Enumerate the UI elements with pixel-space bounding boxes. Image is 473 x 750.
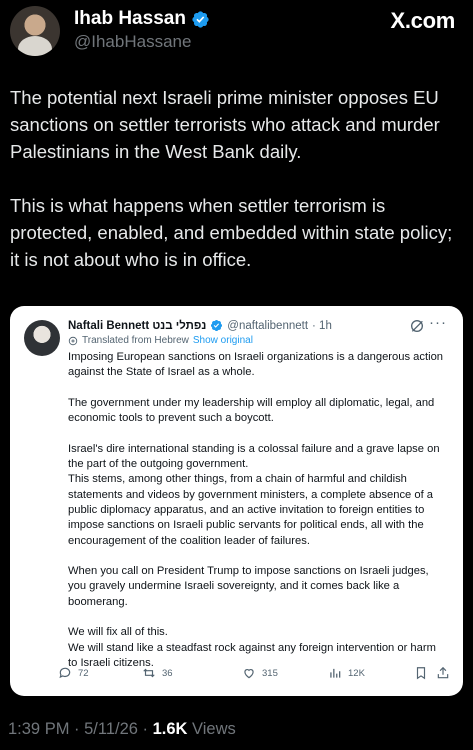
share-button[interactable] [436,666,450,680]
show-original-link[interactable]: Show original [193,335,253,346]
post-metadata: 1:39 PM · 5/11/26 · 1.6K Views [8,720,236,739]
heart-icon [244,669,254,679]
translation-notice: Translated from Hebrew Show original [68,335,253,346]
site-watermark: X.com [390,8,455,33]
repost-count: 36 [162,667,173,679]
post-header: Ihab Hassan @IhabHassane X.com [10,6,463,56]
repost-icon [143,668,155,678]
analytics-icon [330,668,341,678]
like-count: 315 [262,667,278,679]
verified-badge-icon [192,10,209,28]
post-paragraph: This is what happens when settler terror… [10,195,453,270]
bookmark-button[interactable] [414,666,428,680]
quoted-paragraph: Imposing European sanctions on Israeli o… [68,351,444,379]
translated-label: Translated from Hebrew [82,335,189,346]
bookmark-icon [416,667,426,680]
quoted-paragraph: We will fix all of this. [68,626,168,639]
post-text: The potential next Israeli prime ministe… [10,84,465,300]
views-button[interactable]: 12K [328,666,365,680]
post-views-label: Views [187,720,236,738]
post-views-count: 1.6K [152,720,188,738]
quoted-post-time[interactable]: · 1h [312,320,332,332]
verified-badge-icon [211,319,223,332]
quoted-post-text: Imposing European sanctions on Israeli o… [68,350,446,687]
reply-button[interactable]: 72 [58,666,89,680]
quoted-action-bar: 72 36 315 12K [58,666,450,686]
quoted-paragraph: Israel's dire international standing is … [68,442,440,471]
quoted-author-handle[interactable]: @naftalibennett [227,320,308,332]
author-display-name[interactable]: Ihab Hassan [74,8,186,30]
reply-icon [59,667,71,679]
author-handle[interactable]: @IhabHassane [74,32,191,52]
quoted-author-name[interactable]: Naftali Bennett נפתלי בנט [68,320,206,332]
quoted-paragraph: This stems, among other things, from a c… [68,473,434,547]
quoted-post-header: Naftali Bennett נפתלי בנט @naftalibennet… [68,319,332,332]
grok-icon[interactable] [409,318,425,334]
post-paragraph: The potential next Israeli prime ministe… [10,87,440,162]
quoted-author-avatar[interactable] [24,320,60,356]
more-options-icon[interactable]: ··· [429,314,447,331]
quoted-paragraph: When you call on President Trump to impo… [68,565,429,608]
post-timestamp[interactable]: 1:39 PM · 5/11/26 · [8,720,153,738]
quoted-paragraph: The government under my leadership will … [68,396,435,425]
view-count: 12K [348,667,365,679]
author-avatar[interactable] [10,6,60,56]
quoted-post-card[interactable]: Naftali Bennett נפתלי בנט @naftalibennet… [10,306,463,696]
author-name-row: Ihab Hassan [74,8,210,30]
share-icon [437,666,449,679]
reply-count: 72 [78,667,89,679]
translate-icon [68,336,78,345]
repost-button[interactable]: 36 [142,666,173,680]
like-button[interactable]: 315 [242,666,278,680]
